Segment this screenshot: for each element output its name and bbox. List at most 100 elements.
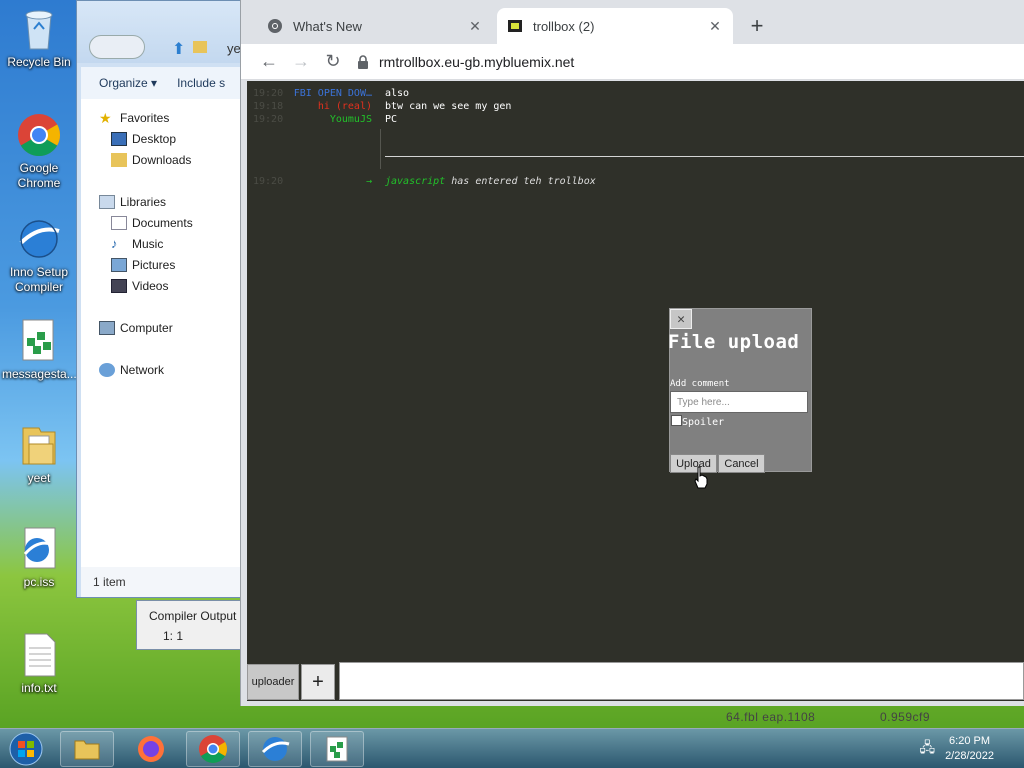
desktop-icon-pc-iss[interactable]: pc.iss (2, 526, 76, 590)
system-user[interactable]: javascript (385, 176, 445, 187)
inno-setup-icon (16, 216, 62, 262)
message-divider (385, 156, 1024, 157)
tab-strip: What's New ✕ trollbox (2) ✕ + (241, 0, 1024, 44)
chat-message: 19:18 hi (real) btw can we see my gen (247, 101, 1024, 114)
message-time: 19:20 (253, 114, 284, 125)
taskbar-script[interactable] (310, 731, 364, 767)
back-arrow-icon[interactable]: ← (253, 46, 285, 78)
room-tab-uploader[interactable]: uploader (247, 664, 299, 700)
taskbar-explorer[interactable] (60, 731, 114, 767)
clock-time: 6:20 PM (949, 735, 991, 747)
nav-pictures[interactable]: Pictures (111, 258, 175, 272)
wallpaper-text: 64.fbl eap.1108 (726, 710, 816, 724)
desktop-icon-inno-setup[interactable]: Inno Setup Compiler (2, 216, 76, 295)
clock[interactable]: 6:20 PM 2/28/2022 (945, 734, 994, 764)
tab-close-icon[interactable]: ✕ (467, 18, 483, 35)
music-icon: ♪ (111, 236, 118, 251)
tab-whats-new[interactable]: What's New ✕ (257, 8, 493, 44)
downloads-icon (111, 153, 127, 167)
arrow-icon: → (365, 176, 372, 187)
start-button[interactable] (6, 731, 46, 767)
nav-favorites[interactable]: ★ Favorites (99, 111, 169, 125)
desktop-icon-google-chrome[interactable]: Google Chrome (2, 112, 76, 191)
system-message: 19:20 → javascript has entered teh troll… (247, 176, 1024, 189)
breadcrumb[interactable]: ye (227, 41, 241, 56)
message-input[interactable] (339, 662, 1024, 700)
omnibox[interactable]: rmtrollbox.eu-gb.mybluemix.net (357, 54, 574, 70)
taskbar-chrome[interactable] (186, 731, 240, 767)
include-in-library-button[interactable]: Include s (177, 76, 225, 90)
nav-libraries[interactable]: Libraries (99, 195, 166, 209)
desktop-icon-messagesta[interactable]: messagesta... (2, 318, 77, 382)
explorer-titlebar: ⬆ ye (77, 1, 245, 63)
cancel-button[interactable]: Cancel (718, 454, 765, 473)
tab-close-icon[interactable]: ✕ (707, 18, 723, 35)
nav-label: Downloads (132, 153, 192, 167)
new-tab-button[interactable]: + (743, 12, 771, 40)
add-room-button[interactable]: + (301, 664, 335, 700)
compiler-output-position: 1: 1 (163, 629, 184, 643)
url-text: rmtrollbox.eu-gb.mybluemix.net (379, 53, 575, 70)
nav-music[interactable]: ♪ Music (111, 236, 163, 252)
network-icon[interactable]: 🖧 (919, 737, 935, 761)
tab-title: trollbox (2) (533, 18, 595, 34)
wallpaper-fragment: 64.fbl eap.1108 0.959cf9 (600, 706, 1024, 728)
tab-trollbox[interactable]: trollbox (2) ✕ (497, 8, 733, 44)
nav-desktop[interactable]: Desktop (111, 132, 176, 146)
nav-label: Libraries (120, 195, 167, 209)
chat-input-bar: uploader + (247, 659, 1024, 701)
compiler-output-panel: Compiler Output 1: 1 (136, 600, 246, 650)
videos-icon (111, 279, 127, 293)
explorer-toolbar: Organize ▾ Include s (81, 67, 245, 99)
close-icon[interactable]: ✕ (670, 309, 692, 329)
back-forward-buttons[interactable] (89, 35, 145, 59)
desktop-icon-label: Google Chrome (17, 161, 61, 190)
desktop-icon-label: Recycle Bin (7, 55, 71, 69)
chat-message: 19:20 FBI OPEN DOW… also (247, 88, 1024, 101)
system-event: has entered teh trollbox (451, 176, 596, 187)
nav-label: Network (120, 363, 165, 377)
desktop-icon-yeet[interactable]: yeet (2, 422, 76, 486)
nav-downloads[interactable]: Downloads (111, 153, 191, 167)
nav-label: Desktop (132, 132, 177, 146)
message-nick[interactable]: hi (real) (318, 101, 372, 112)
nav-documents[interactable]: Documents (111, 216, 193, 230)
desktop-icon-info-txt[interactable]: info.txt (2, 632, 76, 696)
folder-icon (16, 422, 62, 468)
desktop-icon-label: messagesta... (2, 367, 77, 381)
message-time: 19:20 (253, 88, 284, 99)
message-text: PC (385, 114, 398, 125)
message-nick[interactable]: FBI OPEN DOW… (294, 88, 372, 99)
desktop-icon-label: yeet (27, 471, 51, 485)
reload-icon[interactable]: ↻ (317, 46, 349, 78)
nav-label: Videos (132, 279, 169, 293)
nav-label: Computer (120, 321, 173, 335)
taskbar: 🖧 6:20 PM 2/28/2022 (0, 728, 1024, 768)
pictures-icon (111, 258, 127, 272)
nav-videos[interactable]: Videos (111, 279, 168, 293)
message-nick[interactable]: YoumuJS (330, 114, 372, 125)
taskbar-inno-setup[interactable] (248, 731, 302, 767)
spoiler-checkbox[interactable] (671, 415, 682, 426)
nav-network[interactable]: Network (99, 363, 164, 377)
nav-label: Pictures (132, 258, 176, 272)
organize-button[interactable]: Organize ▾ (99, 76, 157, 90)
nav-label: Documents (132, 216, 193, 230)
message-time: 19:20 (253, 176, 284, 187)
chrome-icon (268, 19, 282, 33)
network-icon (99, 363, 115, 377)
explorer-statusbar: 1 item (81, 567, 245, 597)
taskbar-firefox[interactable] (124, 731, 178, 767)
chat-message: 19:20 YoumuJS PC (247, 114, 1024, 127)
script-file-icon (326, 736, 348, 762)
up-arrow-icon[interactable]: ⬆ (172, 39, 185, 59)
system-tray: 🖧 6:20 PM 2/28/2022 (919, 729, 1024, 768)
hand-cursor-icon (694, 466, 708, 489)
browser-window: What's New ✕ trollbox (2) ✕ + ← → ↻ rmtr… (240, 0, 1024, 706)
nav-computer[interactable]: Computer (99, 321, 173, 335)
script-file-icon (16, 318, 62, 364)
forward-arrow-icon[interactable]: → (285, 46, 317, 78)
message-text: also (385, 88, 410, 99)
comment-input[interactable] (670, 391, 808, 413)
desktop-icon-recycle-bin[interactable]: Recycle Bin (2, 6, 76, 70)
